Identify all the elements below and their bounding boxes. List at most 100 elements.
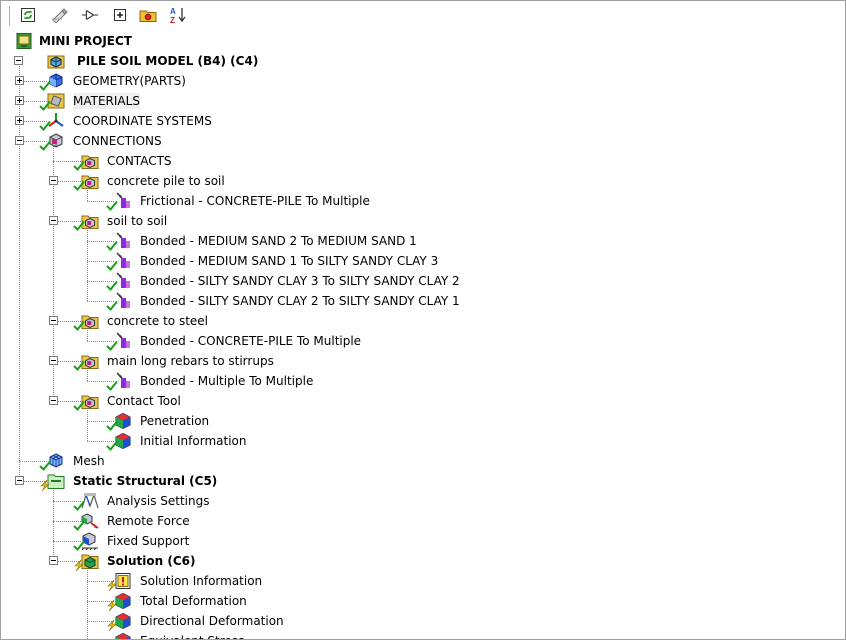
tree-node-label: CONNECTIONS — [73, 134, 162, 148]
tree-node[interactable]: CONNECTIONS — [1, 131, 845, 151]
check-status-icon — [106, 240, 118, 251]
tree-node-label: MINI PROJECT — [39, 34, 132, 48]
check-status-icon — [106, 380, 118, 391]
tree-node[interactable]: Remote Force — [1, 511, 845, 531]
check-status-icon — [106, 280, 118, 291]
tree-node-label: COORDINATE SYSTEMS — [73, 114, 212, 128]
tree-node[interactable]: Analysis Settings — [1, 491, 845, 511]
tree-node[interactable]: Total Deformation — [1, 591, 845, 612]
collapse-toggle-minus-icon[interactable] — [15, 476, 24, 485]
tree-node[interactable]: concrete pile to soil — [1, 171, 845, 191]
connect-button[interactable] — [81, 6, 99, 24]
tree-node-label: Penetration — [140, 414, 210, 428]
check-status-icon — [73, 320, 85, 331]
tree-node-label: soil to soil — [107, 214, 168, 228]
tree-node[interactable]: Contact Tool — [1, 391, 845, 411]
sort-az-button[interactable]: AZ — [169, 6, 187, 24]
tree-node-label: Solution (C6) — [107, 554, 196, 568]
tree-node[interactable]: soil to soil — [1, 211, 845, 231]
tree-node-label: MATERIALS — [73, 93, 140, 109]
tree-node-label: concrete pile to soil — [107, 174, 225, 188]
tree-node[interactable]: Bonded - MEDIUM SAND 2 To MEDIUM SAND 1 — [1, 231, 845, 251]
check-status-icon — [73, 180, 85, 191]
check-status-icon — [106, 260, 118, 271]
expand-toggle-plus-icon[interactable] — [15, 96, 24, 105]
tree-node-label: Equivalent Stress — [140, 633, 244, 639]
tree-node-label: Initial Information — [140, 434, 247, 448]
check-status-icon — [73, 220, 85, 231]
tree-node[interactable]: Fixed Support — [1, 531, 845, 551]
tree-node[interactable]: Directional Deformation — [1, 611, 845, 632]
svg-text:A: A — [170, 7, 176, 16]
expand-toggle-plus-icon[interactable] — [15, 76, 24, 85]
tree-node[interactable]: Frictional - CONCRETE-PILE To Multiple — [1, 191, 845, 211]
lightning-status-icon — [106, 579, 118, 592]
collapse-toggle-minus-icon[interactable] — [49, 176, 58, 185]
tree-node-label: Remote Force — [107, 514, 190, 528]
tree-node[interactable]: Bonded - SILTY SANDY CLAY 3 To SILTY SAN… — [1, 271, 845, 291]
collapse-toggle-minus-icon[interactable] — [49, 316, 58, 325]
tree-node[interactable]: COORDINATE SYSTEMS — [1, 111, 845, 131]
check-status-icon — [39, 100, 51, 111]
folder-icon — [139, 10, 157, 22]
check-status-icon — [73, 540, 85, 551]
collapse-toggle-minus-icon[interactable] — [15, 136, 24, 145]
tree-node-label: Analysis Settings — [107, 494, 210, 508]
collapse-toggle-minus-icon[interactable] — [14, 56, 23, 65]
probe-icon — [81, 10, 99, 20]
check-status-icon — [39, 460, 51, 471]
tree-node[interactable]: PILE SOIL MODEL (B4) (C4) — [1, 51, 845, 71]
tree-node[interactable]: Mesh — [1, 451, 845, 471]
tree-node-label: Total Deformation — [140, 594, 247, 608]
tree-node[interactable]: CONTACTS — [1, 151, 845, 171]
tree-node[interactable]: Solution (C6) — [1, 551, 845, 572]
tree-node[interactable]: Bonded - Multiple To Multiple — [1, 371, 845, 391]
outline-toolbar: AZ — [1, 1, 845, 31]
tree-node-label: Bonded - CONCRETE-PILE To Multiple — [140, 334, 362, 348]
collapse-toggle-minus-icon[interactable] — [49, 396, 58, 405]
tree-node[interactable]: Bonded - MEDIUM SAND 1 To SILTY SANDY CL… — [1, 251, 845, 271]
result-icon — [114, 632, 132, 639]
tree-node[interactable]: GEOMETRY(PARTS) — [1, 71, 845, 91]
tree-node[interactable]: concrete to steel — [1, 311, 845, 331]
tree-node-label: Solution Information — [140, 574, 263, 588]
collapse-toggle-minus-icon[interactable] — [49, 356, 58, 365]
tree-node[interactable]: Penetration — [1, 411, 845, 431]
toolbar-separator — [9, 6, 10, 26]
check-status-icon — [106, 420, 118, 431]
tree-node-label: Fixed Support — [107, 534, 190, 548]
refresh-icon — [21, 8, 35, 22]
tree-node-label: Bonded - SILTY SANDY CLAY 2 To SILTY SAN… — [140, 294, 460, 308]
sort-az-icon: AZ — [170, 7, 186, 24]
check-status-icon — [106, 200, 118, 211]
refresh-button[interactable] — [19, 6, 37, 24]
outline-panel: AZ MINI PROJECT PILE SOIL MODEL (B4) (C4)… — [0, 0, 846, 640]
expand-toggle-plus-icon[interactable] — [15, 116, 24, 125]
tree-node-label: Frictional - CONCRETE-PILE To Multiple — [140, 194, 370, 208]
tree-node[interactable]: Bonded - CONCRETE-PILE To Multiple — [1, 331, 845, 351]
tree-node-label: Bonded - MEDIUM SAND 2 To MEDIUM SAND 1 — [140, 234, 417, 248]
tree-node[interactable]: Initial Information — [1, 431, 845, 451]
project-icon — [15, 32, 33, 50]
check-status-icon — [73, 500, 85, 511]
tree-node[interactable]: MATERIALS — [1, 91, 845, 111]
svg-text:Z: Z — [170, 16, 175, 24]
tree-node[interactable]: MINI PROJECT — [1, 31, 845, 51]
tree-node-label: Contact Tool — [107, 394, 181, 408]
tree-node-label: main long rebars to stirrups — [107, 354, 274, 368]
collapse-toggle-minus-icon[interactable] — [49, 216, 58, 225]
expand-all-button[interactable] — [111, 6, 129, 24]
tree-node-label: Bonded - SILTY SANDY CLAY 3 To SILTY SAN… — [140, 274, 460, 288]
check-status-icon — [39, 120, 51, 131]
lightning-status-icon — [39, 479, 51, 492]
open-folder-button[interactable] — [139, 6, 157, 24]
tree-node[interactable]: Solution Information — [1, 571, 845, 592]
check-status-icon — [73, 520, 85, 531]
tree-node[interactable]: Bonded - SILTY SANDY CLAY 2 To SILTY SAN… — [1, 291, 845, 311]
tree-node[interactable]: Equivalent Stress — [1, 631, 845, 639]
edit-button[interactable] — [51, 6, 69, 24]
tree-node[interactable]: main long rebars to stirrups — [1, 351, 845, 371]
check-status-icon — [73, 400, 85, 411]
tree-node[interactable]: Static Structural (C5) — [1, 471, 845, 492]
collapse-toggle-minus-icon[interactable] — [49, 556, 58, 565]
